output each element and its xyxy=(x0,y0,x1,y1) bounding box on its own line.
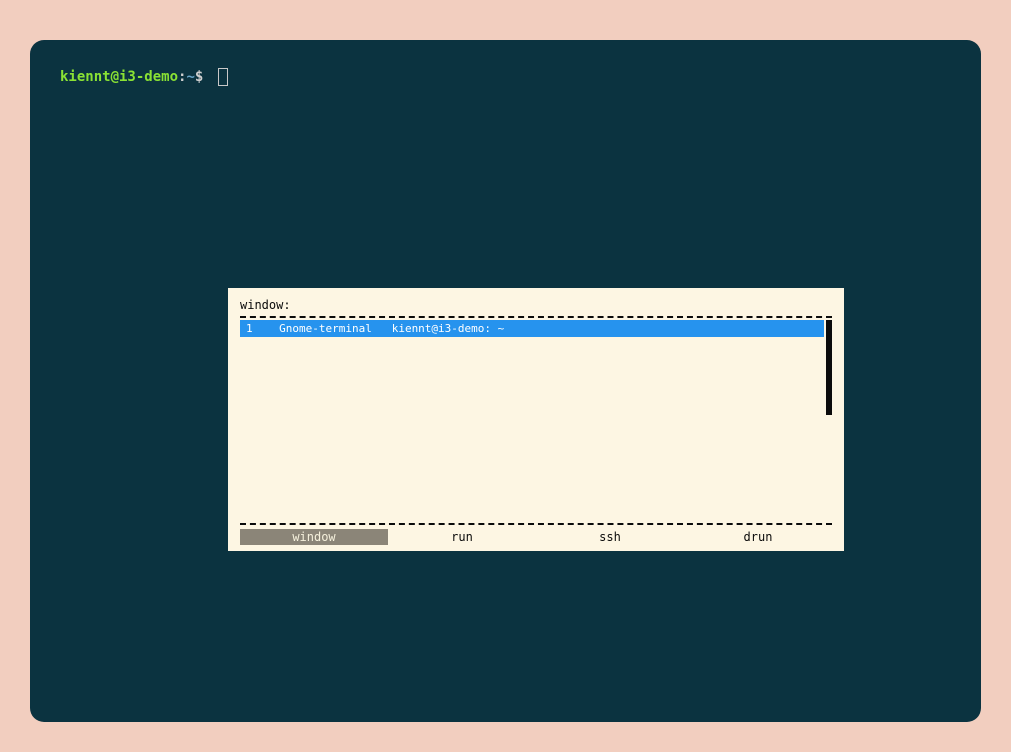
rofi-mode-bar: windowrunsshdrun xyxy=(240,529,832,545)
rofi-scrollbar[interactable] xyxy=(824,320,832,519)
prompt-dollar: $ xyxy=(195,69,212,85)
rofi-input-row: window: xyxy=(240,296,832,312)
prompt-path: ~ xyxy=(186,69,194,85)
cursor-icon xyxy=(218,68,228,86)
divider-bottom xyxy=(240,523,832,525)
rofi-mode-ssh[interactable]: ssh xyxy=(536,529,684,545)
prompt-user-host: kiennt@i3-demo xyxy=(60,69,178,85)
rofi-mode-window[interactable]: window xyxy=(240,529,388,545)
rofi-mode-run[interactable]: run xyxy=(388,529,536,545)
rofi-search-input[interactable] xyxy=(291,298,832,312)
rofi-scrollbar-thumb[interactable] xyxy=(826,320,832,415)
rofi-items: 1 Gnome-terminal kiennt@i3-demo: ~ xyxy=(240,320,824,519)
shell-prompt: kiennt@i3-demo:~$ xyxy=(60,68,951,86)
rofi-list: 1 Gnome-terminal kiennt@i3-demo: ~ xyxy=(240,320,832,519)
prompt-separator: : xyxy=(178,69,186,85)
rofi-mode-drun[interactable]: drun xyxy=(684,529,832,545)
terminal-window[interactable]: kiennt@i3-demo:~$ window: 1 Gnome-termin… xyxy=(30,40,981,722)
rofi-popup[interactable]: window: 1 Gnome-terminal kiennt@i3-demo:… xyxy=(228,288,844,551)
divider-top xyxy=(240,316,832,318)
rofi-prompt-label: window: xyxy=(240,298,291,312)
rofi-item[interactable]: 1 Gnome-terminal kiennt@i3-demo: ~ xyxy=(240,320,824,337)
